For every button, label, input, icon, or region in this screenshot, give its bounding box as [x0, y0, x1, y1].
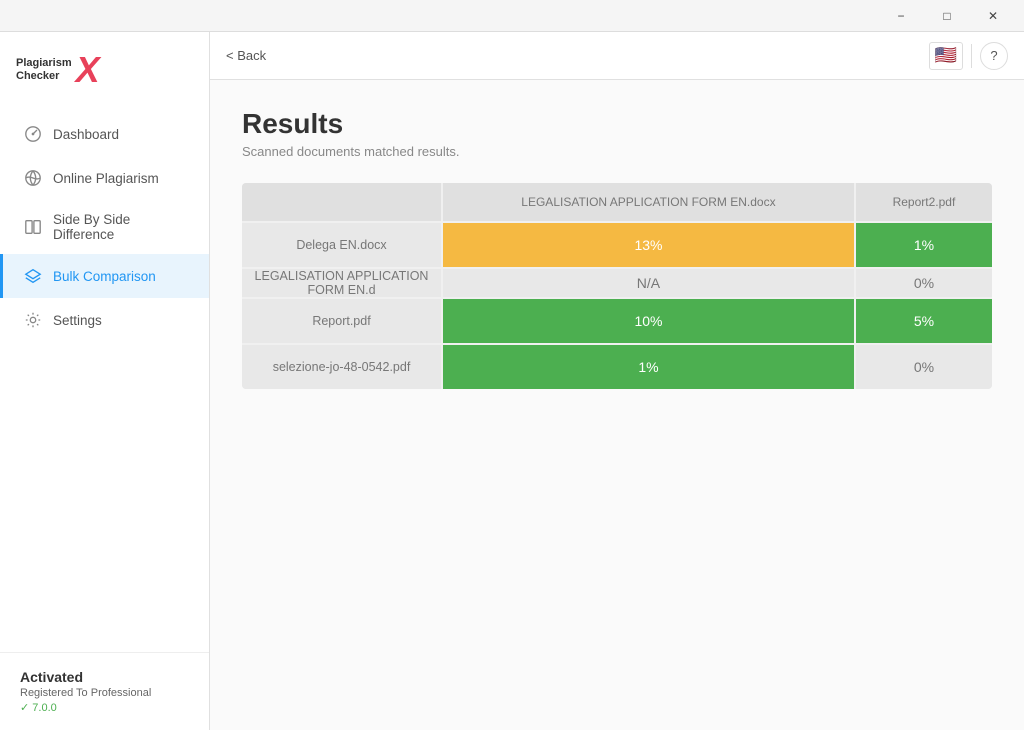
cell-2-0: 10% — [442, 298, 855, 344]
close-button[interactable]: ✕ — [970, 0, 1016, 32]
topbar-right: 🇺🇸 ? — [929, 42, 1008, 70]
row-label-1: LEGALISATION APPLICATION FORM EN.d — [242, 268, 442, 298]
language-flag-button[interactable]: 🇺🇸 — [929, 42, 963, 70]
table-header-row: LEGALISATION APPLICATION FORM EN.docx Re… — [242, 183, 992, 222]
logo: Plagiarism Checker X — [16, 52, 100, 88]
table-row: LEGALISATION APPLICATION FORM EN.dN/A0% — [242, 268, 992, 298]
sidebar-item-dashboard[interactable]: Dashboard — [0, 112, 209, 156]
sidebar-item-online-plagiarism[interactable]: Online Plagiarism — [0, 156, 209, 200]
version-label: ✓ 7.0.0 — [20, 701, 189, 714]
sidebar-label-settings: Settings — [53, 313, 102, 328]
maximize-button[interactable]: □ — [924, 0, 970, 32]
titlebar: − □ ✕ — [0, 0, 1024, 32]
cell-0-1: 1% — [855, 222, 992, 268]
cell-3-1: 0% — [855, 344, 992, 389]
cell-1-0: N/A — [442, 268, 855, 298]
page-area: Results Scanned documents matched result… — [210, 80, 1024, 730]
sidebar-item-settings[interactable]: Settings — [0, 298, 209, 342]
sidebar: Plagiarism Checker X Dashboard — [0, 32, 210, 730]
cell-2-1: 5% — [855, 298, 992, 344]
layers-icon — [23, 266, 43, 286]
table-row: Report.pdf10%5% — [242, 298, 992, 344]
cell-0-0: 13% — [442, 222, 855, 268]
logo-area: Plagiarism Checker X — [0, 32, 209, 112]
cell-value-0-0: 13% — [443, 223, 854, 267]
app-body: Plagiarism Checker X Dashboard — [0, 32, 1024, 730]
sidebar-item-side-by-side[interactable]: Side By Side Difference — [0, 200, 209, 254]
logo-x: X — [76, 52, 100, 88]
sidebar-label-bulk-comparison: Bulk Comparison — [53, 269, 156, 284]
page-subtitle: Scanned documents matched results. — [242, 144, 992, 159]
help-button[interactable]: ? — [980, 42, 1008, 70]
topbar-divider — [971, 44, 972, 68]
registered-label: Registered To Professional — [20, 687, 189, 699]
sidebar-label-dashboard: Dashboard — [53, 127, 119, 142]
row-label-3: selezione-jo-48-0542.pdf — [242, 344, 442, 389]
dashboard-icon — [23, 124, 43, 144]
page-title: Results — [242, 108, 992, 140]
col-header-doc1: LEGALISATION APPLICATION FORM EN.docx — [442, 183, 855, 222]
cell-value-2-0: 10% — [443, 299, 854, 343]
results-table: LEGALISATION APPLICATION FORM EN.docx Re… — [242, 183, 992, 389]
logo-line2: Checker — [16, 70, 72, 83]
cell-value-3-0: 1% — [443, 345, 854, 389]
row-label-2: Report.pdf — [242, 298, 442, 344]
minimize-button[interactable]: − — [878, 0, 924, 32]
cell-3-0: 1% — [442, 344, 855, 389]
cell-value-2-1: 5% — [856, 299, 992, 343]
globe-icon — [23, 168, 43, 188]
sidebar-footer: Activated Registered To Professional ✓ 7… — [0, 652, 209, 730]
gear-icon — [23, 310, 43, 330]
cell-value-0-1: 1% — [856, 223, 992, 267]
sidebar-label-side-by-side: Side By Side Difference — [53, 212, 189, 242]
col-header-empty — [242, 183, 442, 222]
cell-1-1: 0% — [855, 268, 992, 298]
logo-line1: Plagiarism — [16, 57, 72, 70]
nav-items: Dashboard Online Plagiarism — [0, 112, 209, 652]
col-header-doc2: Report2.pdf — [855, 183, 992, 222]
sidebar-label-online-plagiarism: Online Plagiarism — [53, 171, 159, 186]
table-row: Delega EN.docx13%1% — [242, 222, 992, 268]
main-content: < Back 🇺🇸 ? Results Scanned documents ma… — [210, 32, 1024, 730]
back-button[interactable]: < Back — [226, 48, 266, 63]
topbar: < Back 🇺🇸 ? — [210, 32, 1024, 80]
columns-icon — [23, 217, 43, 237]
row-label-0: Delega EN.docx — [242, 222, 442, 268]
table-row: selezione-jo-48-0542.pdf1%0% — [242, 344, 992, 389]
logo-text-block: Plagiarism Checker — [16, 57, 72, 83]
sidebar-item-bulk-comparison[interactable]: Bulk Comparison — [0, 254, 209, 298]
activated-label: Activated — [20, 669, 189, 685]
